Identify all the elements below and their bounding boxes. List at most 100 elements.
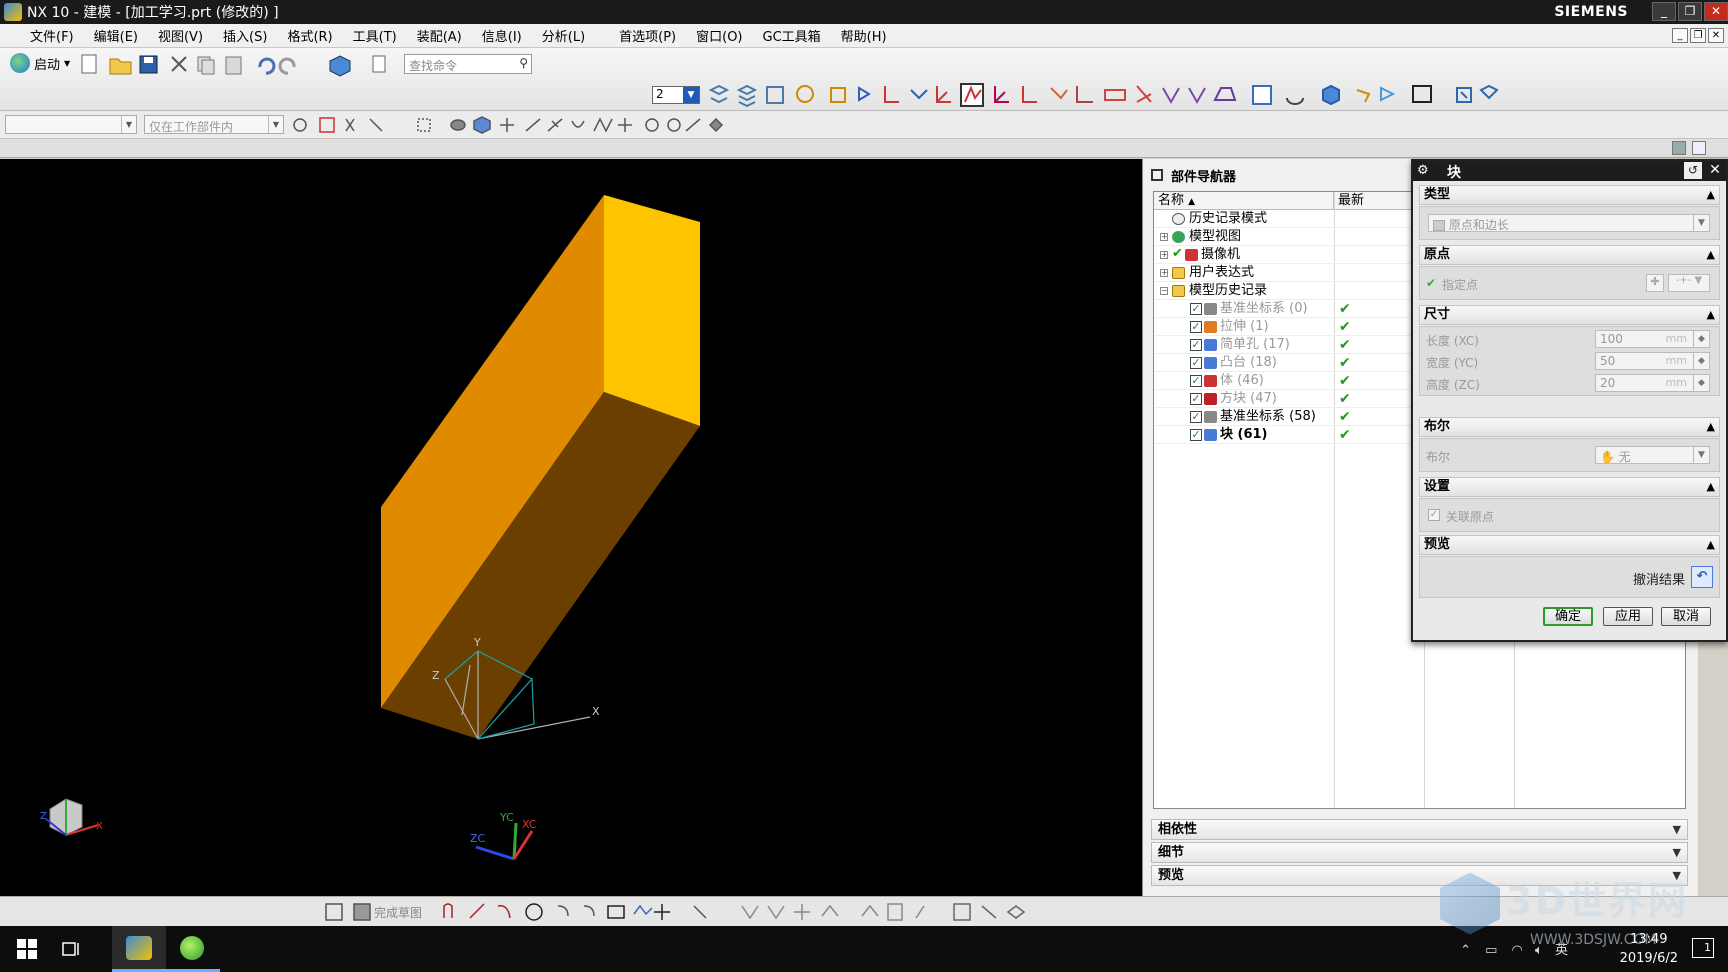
geometric-constraint-icon (887, 903, 903, 921)
close-button[interactable]: ✕ (1704, 2, 1728, 21)
type-select[interactable]: 原点和边长 ▼ (1428, 214, 1710, 232)
full-screen-icon[interactable] (1692, 141, 1706, 155)
menu-view[interactable]: 视图(V) (148, 26, 213, 45)
doc-restore-button[interactable]: ❐ (1690, 28, 1706, 43)
menu-file[interactable]: 文件(F) (0, 26, 84, 45)
menu-preferences[interactable]: 首选项(P) (609, 26, 686, 45)
visibility-checkbox[interactable]: ✓ (1190, 321, 1202, 333)
svg-text:Z: Z (40, 811, 47, 822)
value-menu-icon[interactable]: ◆ (1693, 331, 1709, 347)
section-origin[interactable]: 原点 ▲ (1419, 245, 1720, 265)
chevron-up-icon[interactable]: ⌃ (1460, 943, 1471, 958)
render-style-icon (1286, 97, 1304, 105)
visibility-checkbox[interactable]: ✓ (1190, 303, 1202, 315)
expand-icon[interactable]: + (1160, 269, 1168, 277)
folder-icon (1172, 267, 1185, 279)
alternate-solution-icon (981, 905, 997, 919)
menu-info[interactable]: 信息(I) (472, 26, 532, 45)
menu-analysis[interactable]: 分析(L) (532, 26, 595, 45)
visibility-checkbox[interactable]: ✓ (1190, 411, 1202, 423)
minimize-button[interactable]: _ (1652, 2, 1676, 21)
menu-format[interactable]: 格式(R) (277, 26, 342, 45)
section-preview[interactable]: 预览 ▲ (1419, 535, 1720, 555)
length-input[interactable]: 100 mm ◆ (1595, 330, 1710, 348)
expand-icon[interactable]: + (1160, 233, 1168, 241)
value-menu-icon[interactable]: ◆ (1693, 375, 1709, 391)
point-dialog-icon[interactable]: ✚ (1646, 274, 1664, 292)
svg-text:X: X (96, 821, 103, 832)
view-toolbar-icons (708, 83, 1499, 108)
navigator-header: 部件导航器 (1151, 165, 1236, 185)
section-boolean[interactable]: 布尔 ▲ (1419, 417, 1720, 437)
chevron-down-icon: ▼ (1693, 447, 1709, 463)
point-type-dropdown[interactable]: -+- ▼ (1668, 274, 1710, 292)
start-button[interactable]: 启动 ▼ (10, 53, 70, 73)
apply-button[interactable]: 应用 (1603, 607, 1653, 626)
menu-assembly[interactable]: 装配(A) (407, 26, 472, 45)
notification-icon[interactable]: 1 (1692, 938, 1714, 958)
edit-section-icon (1356, 89, 1371, 103)
nx-app-icon (4, 3, 22, 21)
visibility-checkbox[interactable]: ✓ (1190, 339, 1202, 351)
clip-icon (1188, 87, 1206, 105)
menu-window[interactable]: 窗口(O) (686, 26, 752, 45)
quadrant-icon (618, 118, 632, 132)
command-finder-icon (372, 55, 386, 73)
wifi-icon[interactable]: ◠ (1512, 943, 1523, 958)
measure-length-icon (1104, 89, 1126, 101)
section-type[interactable]: 类型 ▲ (1419, 185, 1720, 205)
boolean-select[interactable]: ✋ 无 ▼ (1595, 446, 1710, 464)
width-input[interactable]: 50 mm ◆ (1595, 352, 1710, 370)
graphics-viewport[interactable]: Y Z X X Z ZC YC XC (0, 159, 1142, 896)
associative-origin-checkbox[interactable]: ✓ (1428, 509, 1440, 521)
browser-icon (180, 936, 204, 960)
windows-start-icon[interactable] (16, 938, 38, 960)
taskbar-browser-app[interactable] (166, 926, 220, 972)
dependencies-panel[interactable]: 相依性 ▼ (1151, 819, 1688, 840)
nx-app-icon (126, 936, 152, 960)
close-icon[interactable]: ✕ (1706, 162, 1724, 179)
layer-select[interactable]: 2 ▼ (652, 86, 700, 104)
visibility-checkbox[interactable]: ✓ (1190, 429, 1202, 441)
menu-edit[interactable]: 编辑(E) (84, 26, 148, 45)
sketch-icon (325, 903, 343, 921)
task-view-icon[interactable] (60, 938, 82, 960)
type-filter-combo[interactable]: ▼ (5, 115, 137, 134)
command-search-input[interactable]: 查找命令 ⚲ (404, 54, 532, 74)
menu-insert[interactable]: 插入(S) (213, 26, 277, 45)
value-menu-icon[interactable]: ◆ (1693, 353, 1709, 369)
up-to-date-check-icon: ✔ (1339, 409, 1351, 425)
section-dimensions[interactable]: 尺寸 ▲ (1419, 305, 1720, 325)
collapse-icon[interactable]: − (1160, 287, 1168, 295)
column-name-header[interactable]: 名称 ▲ (1154, 192, 1334, 209)
polygon-icon (633, 904, 653, 916)
doc-close-button[interactable]: ✕ (1708, 28, 1724, 43)
taskbar-nx-app[interactable] (112, 926, 166, 972)
finish-sketch-label: 完成草图 (374, 905, 422, 920)
details-panel[interactable]: 细节 ▼ (1151, 842, 1688, 863)
reset-icon[interactable]: ↺ (1684, 162, 1702, 179)
section-view-icon (1162, 87, 1180, 105)
cancel-button[interactable]: 取消 (1661, 607, 1711, 626)
visibility-checkbox[interactable]: ✓ (1190, 375, 1202, 387)
menu-tools[interactable]: 工具(T) (343, 26, 407, 45)
select-filter-icon (319, 117, 335, 133)
undo-result-button[interactable]: ↶ (1691, 566, 1713, 588)
boolean-none-icon: ✋ (1600, 450, 1615, 464)
menu-gc-toolkit[interactable]: GC工具箱 (753, 26, 831, 45)
gear-icon[interactable]: ⚙ (1417, 163, 1429, 178)
datum-axis-icon (994, 86, 1009, 103)
resource-bar-icon[interactable] (1672, 141, 1686, 155)
section-settings[interactable]: 设置 ▲ (1419, 477, 1720, 497)
menu-help[interactable]: 帮助(H) (831, 26, 897, 45)
visibility-checkbox[interactable]: ✓ (1190, 393, 1202, 405)
doc-minimize-button[interactable]: _ (1672, 28, 1688, 43)
visibility-checkbox[interactable]: ✓ (1190, 357, 1202, 369)
history-icon (1172, 213, 1185, 225)
expand-icon[interactable]: + (1160, 251, 1168, 259)
selection-scope-combo[interactable]: 仅在工作部件内 ▼ (144, 115, 284, 134)
height-input[interactable]: 20 mm ◆ (1595, 374, 1710, 392)
network-icon[interactable]: ▭ (1485, 943, 1497, 958)
ok-button[interactable]: 确定 (1543, 607, 1593, 626)
restore-button[interactable]: ❐ (1678, 2, 1702, 21)
